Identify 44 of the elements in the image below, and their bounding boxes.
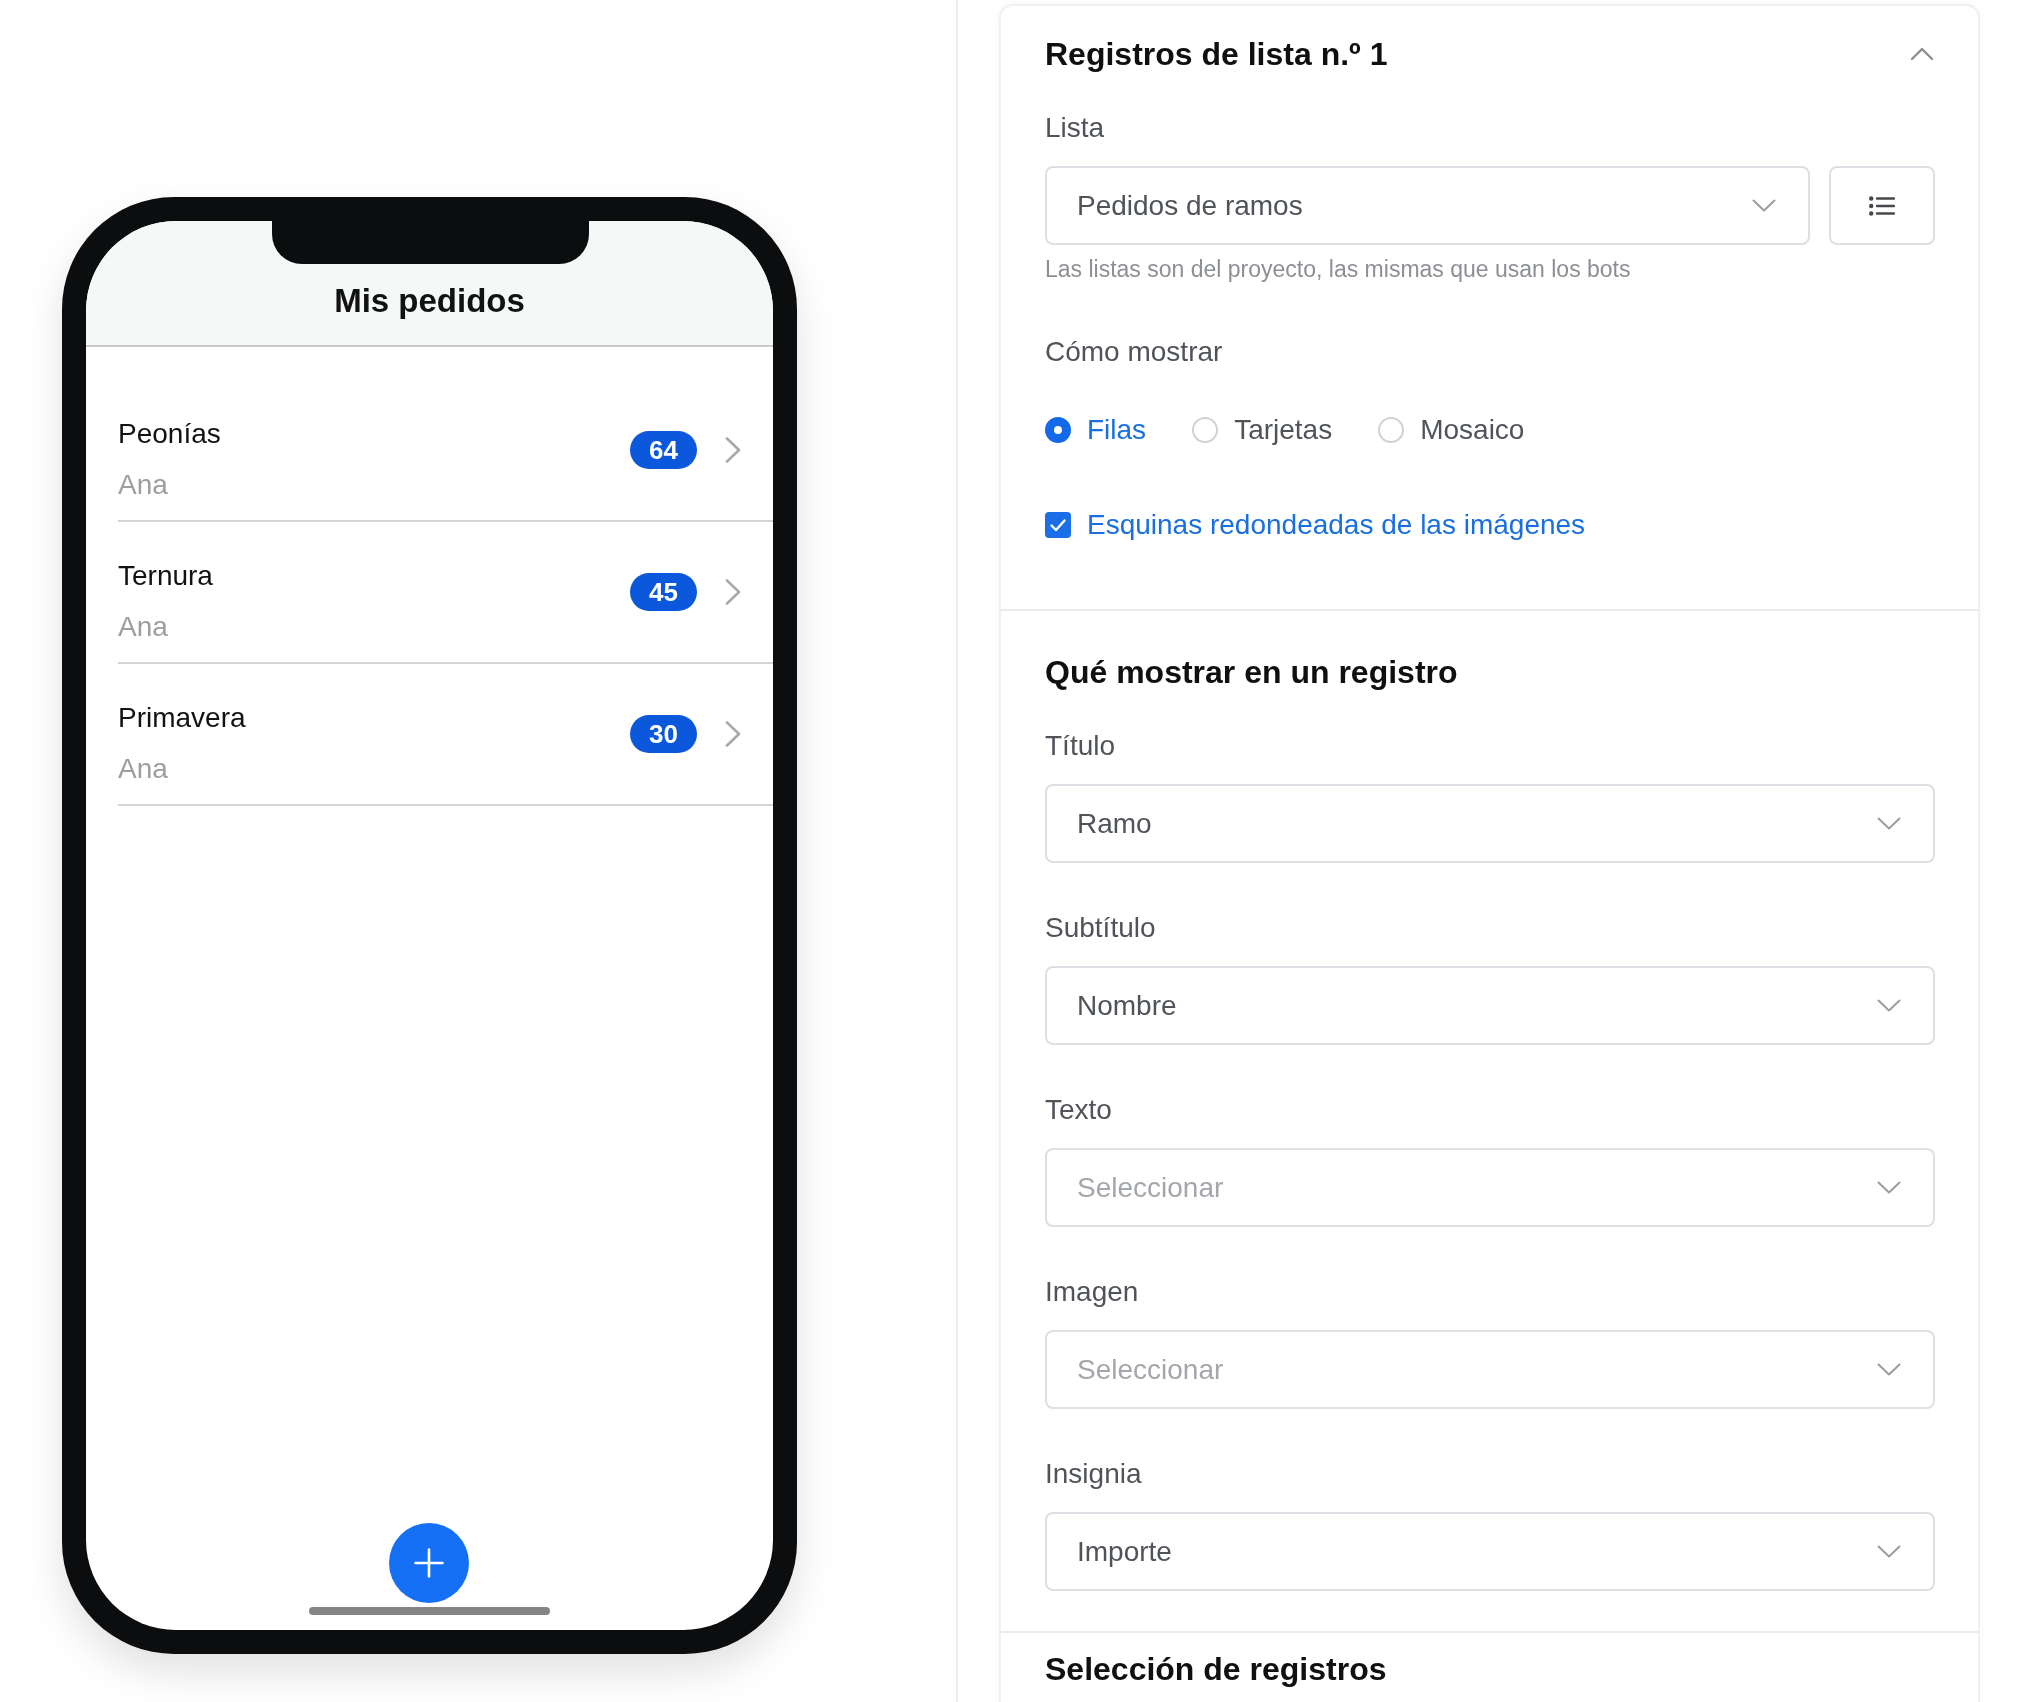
row-subtitle: Ana — [118, 468, 168, 502]
plus-icon — [414, 1548, 444, 1578]
count-badge: 30 — [630, 715, 697, 753]
app-title: Mis pedidos — [334, 281, 525, 321]
chevron-down-icon — [1877, 1363, 1901, 1376]
row-title: Ternura — [118, 559, 213, 593]
count-badge: 45 — [630, 573, 697, 611]
checkbox[interactable] — [1045, 512, 1071, 538]
section-title: Selección de registros — [1045, 1650, 1387, 1689]
count-badge: 64 — [630, 431, 697, 469]
chevron-right-icon — [725, 721, 741, 747]
select-field[interactable]: Nombre — [1045, 966, 1935, 1045]
field-label: Lista — [1045, 111, 1106, 145]
list-icon — [1869, 195, 1895, 216]
field-label: Título — [1045, 729, 1117, 763]
row-title: Peonías — [118, 417, 221, 451]
field-label: Cómo mostrar — [1045, 335, 1224, 369]
hint-text: Las listas son del proyecto, las mismas que usan los bots — [1045, 255, 1632, 284]
field-label: Subtítulo — [1045, 911, 1157, 945]
select-field[interactable]: Ramo — [1045, 784, 1935, 863]
radio-button[interactable] — [1045, 417, 1071, 443]
select-field[interactable]: Importe — [1045, 1512, 1935, 1591]
checkbox-label: Esquinas redondeadas de las imágenes — [1087, 508, 1586, 542]
section-title: Qué mostrar en un registro — [1045, 653, 1458, 692]
option-label: Mosaico — [1420, 413, 1525, 447]
chevron-right-icon — [725, 579, 741, 605]
section-title: Registros de lista n.º 1 — [1045, 35, 1388, 74]
chevron-up-icon[interactable] — [1910, 47, 1934, 61]
chevron-down-icon — [1877, 1545, 1901, 1558]
option-label: Tarjetas — [1234, 413, 1333, 447]
field-label: Texto — [1045, 1093, 1113, 1127]
option-label: Filas — [1087, 413, 1147, 447]
chevron-down-icon — [1877, 1181, 1901, 1194]
field-label: Insignia — [1045, 1457, 1143, 1491]
row-title: Primavera — [118, 701, 246, 735]
row-subtitle: Ana — [118, 610, 168, 644]
select-field[interactable]: Pedidos de ramos — [1045, 166, 1810, 245]
chevron-down-icon — [1877, 817, 1901, 830]
row-subtitle: Ana — [118, 752, 168, 786]
list-button[interactable] — [1829, 166, 1935, 245]
chevron-right-icon — [725, 437, 741, 463]
field-label: Imagen — [1045, 1275, 1140, 1309]
chevron-down-icon — [1752, 199, 1776, 212]
chevron-down-icon — [1877, 999, 1901, 1012]
